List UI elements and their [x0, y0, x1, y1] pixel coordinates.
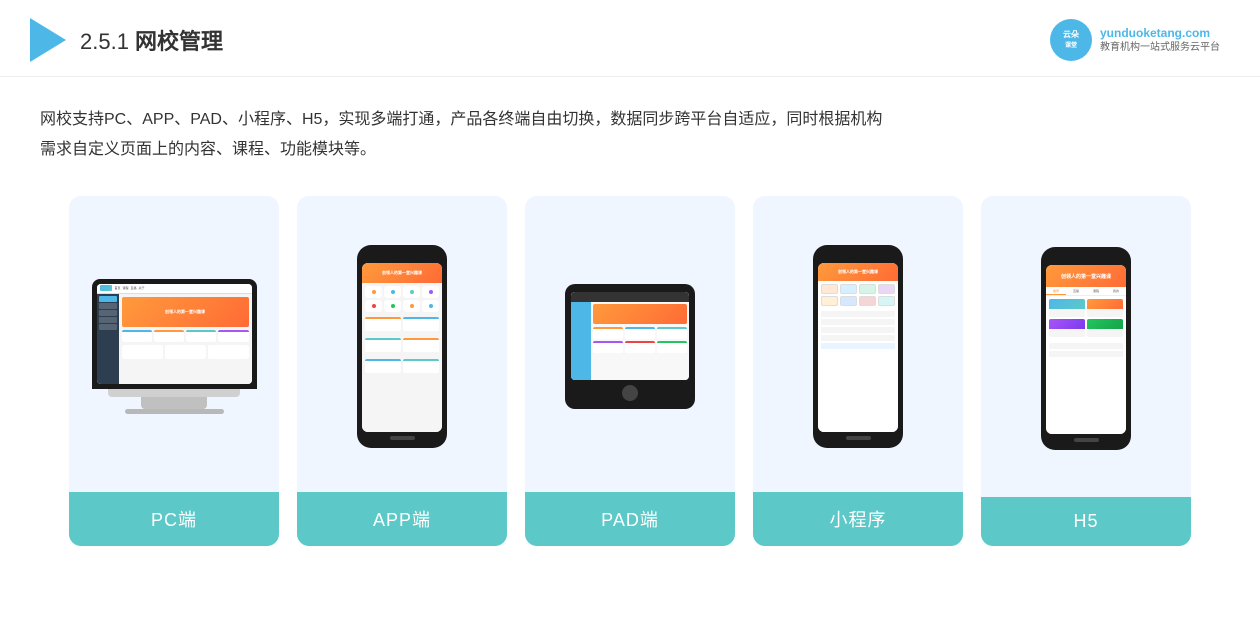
phone-notch [387, 253, 417, 259]
page: 2.5.1 网校管理 云朵 课堂 yunduoketang.com 教育机构一站… [0, 0, 1260, 630]
card-pc: 首页 课程 直播 关于 [69, 196, 279, 546]
h5-phone-notch [1071, 255, 1101, 261]
description-line1: 网校支持PC、APP、PAD、小程序、H5，实现多端打通，产品各终端自由切换，数… [40, 105, 1220, 135]
cards-section: 首页 课程 直播 关于 [0, 176, 1260, 566]
svg-text:课堂: 课堂 [1065, 41, 1077, 49]
description-section: 网校支持PC、APP、PAD、小程序、H5，实现多端打通，产品各终端自由切换，数… [0, 77, 1260, 176]
card-pad-label: PAD端 [525, 492, 735, 546]
description-line2: 需求自定义页面上的内容、课程、功能模块等。 [40, 135, 1220, 165]
pc-screen-inner: 首页 课程 直播 关于 [97, 284, 252, 384]
phone-home-indicator [390, 436, 415, 440]
pc-mockup: 首页 课程 直播 关于 [92, 279, 257, 414]
card-pc-label: PC端 [69, 492, 279, 546]
h5-phone-home [1074, 438, 1099, 442]
card-h5-label: H5 [981, 497, 1191, 546]
pc-base [108, 389, 240, 397]
miniapp-phone-home [846, 436, 871, 440]
card-miniapp-label: 小程序 [753, 492, 963, 546]
pc-stand [141, 397, 207, 409]
brand-text: yunduoketang.com 教育机构一站式服务云平台 [1100, 25, 1220, 56]
card-miniapp: 创领人的第一堂兴趣课 [753, 196, 963, 546]
page-title: 2.5.1 网校管理 [80, 24, 223, 56]
tablet-home-button [622, 385, 638, 401]
card-app-label: APP端 [297, 492, 507, 546]
tablet-screen [571, 292, 689, 381]
card-pad-image [525, 196, 735, 492]
card-h5: 创领人的第一堂兴趣课 推荐 直播 课程 我的 [981, 196, 1191, 546]
card-miniapp-image: 创领人的第一堂兴趣课 [753, 196, 963, 492]
h5-phone-screen: 创领人的第一堂兴趣课 推荐 直播 课程 我的 [1046, 265, 1126, 434]
svg-text:云朵: 云朵 [1063, 29, 1079, 39]
header-left: 2.5.1 网校管理 [30, 18, 223, 62]
pc-screen-outer: 首页 课程 直播 关于 [92, 279, 257, 389]
card-app: 创领人的第一堂兴趣课 [297, 196, 507, 546]
logo-icon [30, 18, 66, 62]
miniapp-phone-notch [843, 253, 873, 259]
pc-foot [125, 409, 224, 414]
card-pc-image: 首页 课程 直播 关于 [69, 196, 279, 492]
card-h5-image: 创领人的第一堂兴趣课 推荐 直播 课程 我的 [981, 196, 1191, 497]
header: 2.5.1 网校管理 云朵 课堂 yunduoketang.com 教育机构一站… [0, 0, 1260, 77]
brand-icon: 云朵 课堂 [1050, 19, 1092, 61]
miniapp-phone-screen: 创领人的第一堂兴趣课 [818, 263, 898, 432]
brand-logo: 云朵 课堂 yunduoketang.com 教育机构一站式服务云平台 [1050, 19, 1220, 61]
miniapp-phone-mockup: 创领人的第一堂兴趣课 [813, 245, 903, 448]
app-phone-screen: 创领人的第一堂兴趣课 [362, 263, 442, 432]
h5-phone-mockup: 创领人的第一堂兴趣课 推荐 直播 课程 我的 [1041, 247, 1131, 450]
tablet-mockup [565, 284, 695, 410]
app-phone-mockup: 创领人的第一堂兴趣课 [357, 245, 447, 448]
card-pad: PAD端 [525, 196, 735, 546]
card-app-image: 创领人的第一堂兴趣课 [297, 196, 507, 492]
